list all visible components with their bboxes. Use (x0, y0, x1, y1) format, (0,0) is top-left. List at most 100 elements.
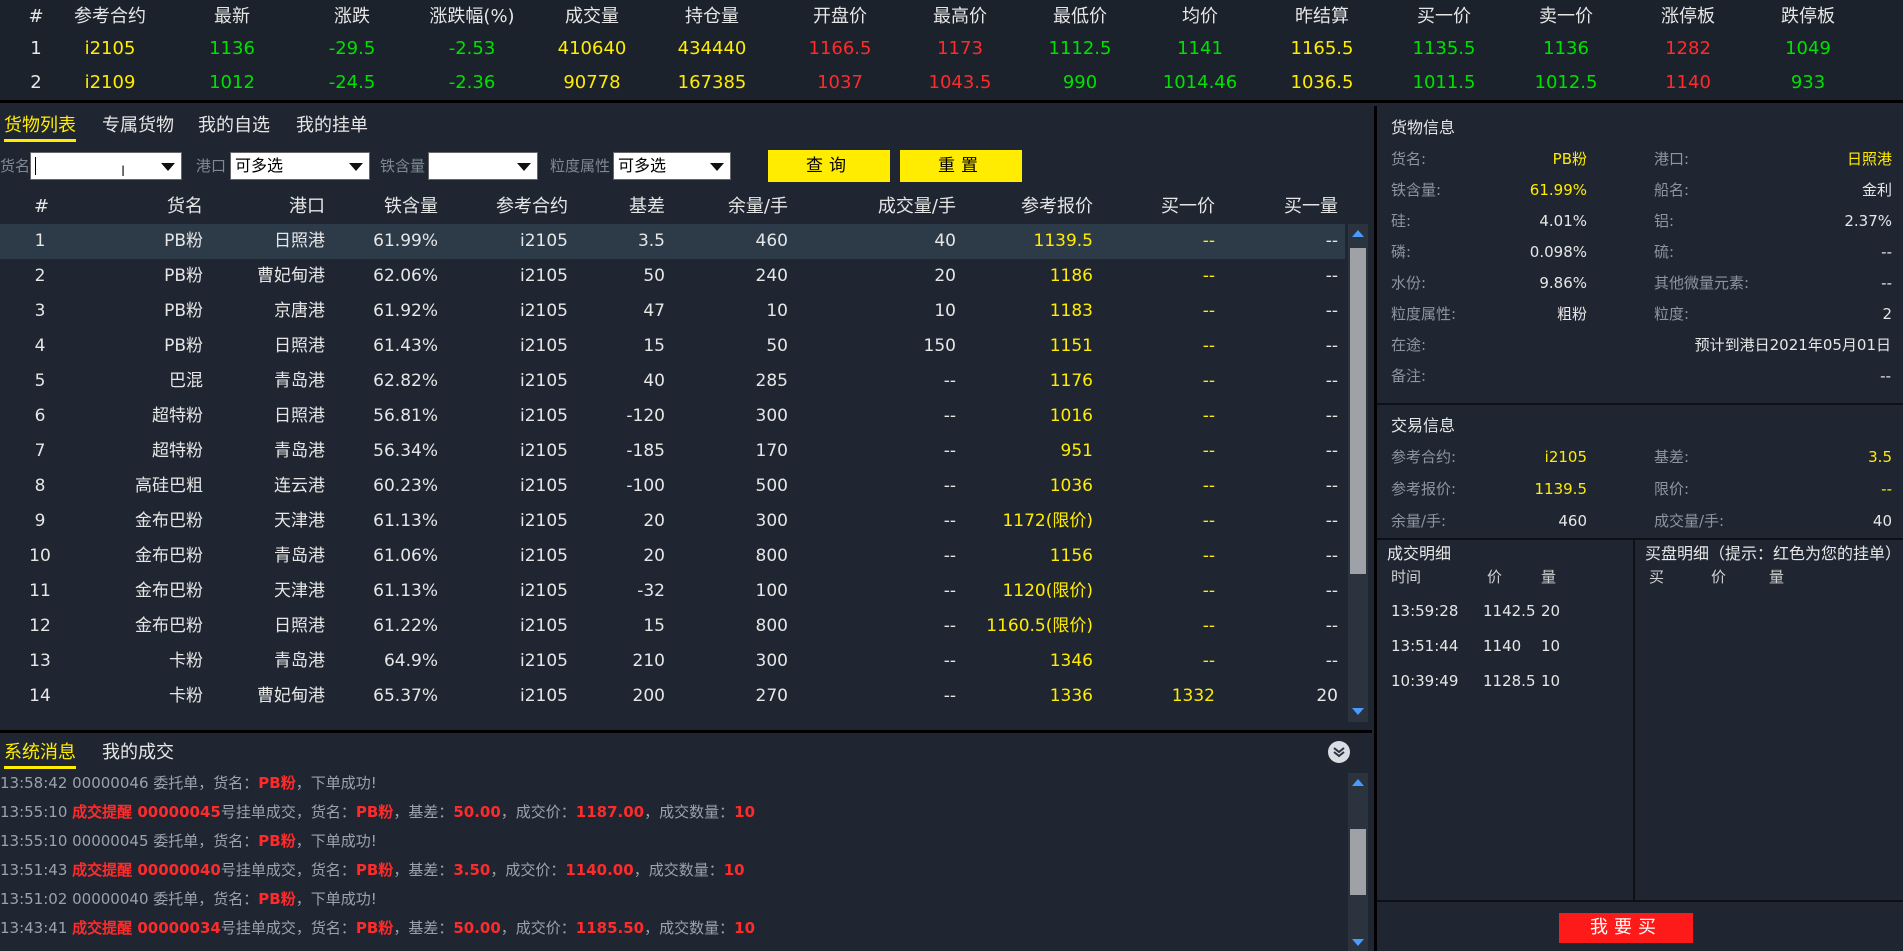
deal-cell: 10 (1541, 672, 1561, 690)
deal-cell: 13:51:44 (1391, 637, 1459, 655)
port-select[interactable]: 可多选 (230, 152, 370, 180)
message-part: ，下单成功! (295, 774, 377, 792)
goods-col-bid1-qty[interactable]: 买一量 (1284, 190, 1338, 224)
cell-idx: 3 (34, 301, 46, 321)
table-row[interactable]: 9 金布巴粉 天津港 61.13% i2105 20 300 -- 1172(限价) -- -- (0, 504, 1345, 539)
cell-traded: -- (943, 371, 956, 391)
table-row[interactable]: 7 超特粉 青岛港 56.34% i2105 -185 170 -- 951 -- -- (0, 434, 1345, 469)
message-part: PB粉 (258, 774, 296, 792)
tab-goods-list[interactable]: 货物列表 (4, 110, 76, 142)
message-part: 13:55:10 00000045 委托单，货名： (0, 832, 259, 850)
cell-idx: 5 (34, 371, 46, 391)
table-row[interactable]: 11 金布巴粉 天津港 61.13% i2105 -32 100 -- 1120(限价) -- -- (0, 574, 1345, 609)
scroll-up-icon[interactable] (1352, 779, 1364, 786)
quote-cell-contract: i2105 (84, 38, 136, 59)
tab-my-orders[interactable]: 我的挂单 (296, 110, 368, 142)
cell-basis: 40 (643, 371, 665, 391)
deal-cell: 20 (1541, 602, 1561, 620)
table-row[interactable]: 3 PB粉 京唐港 61.92% i2105 47 10 10 1183 -- -- (0, 294, 1345, 329)
tab-my-trades[interactable]: 我的成交 (102, 737, 174, 769)
cell-basis: 3.5 (637, 231, 665, 251)
cell-contract: i2105 (520, 406, 568, 426)
table-row[interactable]: 4 PB粉 日照港 61.43% i2105 15 50 150 1151 -- -- (0, 329, 1345, 364)
cell-iron-content: 61.06% (373, 546, 438, 566)
query-button[interactable]: 查询 (768, 150, 890, 182)
port-value: 可多选 (235, 156, 284, 175)
message-part: 13:43:41 (0, 919, 73, 937)
cell-bid1: -- (1202, 546, 1215, 566)
trade-field-label: 参考报价: (1391, 480, 1457, 498)
quote-cell-prev-settle: 1165.5 (1290, 38, 1354, 59)
table-row[interactable]: 2 PB粉 曹妃甸港 62.06% i2105 50 240 20 1186 -- -- (0, 259, 1345, 294)
tab-exclusive-goods[interactable]: 专属货物 (102, 110, 174, 142)
table-row[interactable]: 5 巴混 青岛港 62.82% i2105 40 285 -- 1176 -- -- (0, 364, 1345, 399)
table-row[interactable]: 12 金布巴粉 日照港 61.22% i2105 15 800 -- 1160.5(限价) -- -… (0, 609, 1345, 644)
cargo-field-label: 铝: (1654, 212, 1675, 230)
cell-idx: 7 (34, 441, 46, 461)
scroll-up-icon[interactable] (1352, 230, 1364, 237)
granularity-select[interactable]: 可多选 (613, 152, 731, 180)
quote-row[interactable]: 2 i2109 1012 -24.5 -2.36 90778 167385 1037 1043.… (0, 66, 1903, 100)
granularity-label: 粒度属性 (550, 157, 611, 175)
cell-contract: i2105 (520, 441, 568, 461)
quote-col-bid1: 买一价 (1417, 6, 1471, 27)
cell-ref-price: 1186 (1049, 266, 1093, 286)
table-row[interactable]: 10 金布巴粉 青岛港 61.06% i2105 20 800 -- 1156 -- -- (0, 539, 1345, 574)
cargo-field-value: 4.01% (1539, 212, 1587, 230)
goods-name-select[interactable]: I (30, 152, 182, 180)
scroll-thumb[interactable] (1350, 248, 1366, 574)
table-row[interactable]: 8 高硅巴粗 连云港 60.23% i2105 -100 500 -- 1036 -- -- (0, 469, 1345, 504)
tab-my-watchlist[interactable]: 我的自选 (198, 110, 270, 142)
cell-port: 青岛港 (274, 546, 325, 566)
goods-col-contract[interactable]: 参考合约 (496, 190, 568, 224)
message-part: 号挂单成交，货名： (220, 803, 356, 821)
goods-name-label: 货名 (0, 157, 31, 175)
cargo-field: 粒度属性: 粗粉 (1391, 299, 1587, 330)
cell-remaining: 10 (766, 301, 788, 321)
reset-button[interactable]: 重置 (900, 150, 1022, 182)
scroll-down-icon[interactable] (1352, 708, 1364, 715)
buy-button[interactable]: 我要买 (1559, 913, 1693, 943)
quote-col-limit-down: 跌停板 (1781, 6, 1835, 27)
goods-col-port[interactable]: 港口 (289, 190, 325, 224)
quote-row[interactable]: 1 i2105 1136 -29.5 -2.53 410640 434440 1166.5 11… (0, 32, 1903, 66)
goods-col-bid1[interactable]: 买一价 (1161, 190, 1215, 224)
deal-cell: 1140 (1483, 637, 1522, 655)
cell-idx: 2 (34, 266, 46, 286)
cell-iron-content: 61.13% (373, 511, 438, 531)
scroll-down-icon[interactable] (1352, 939, 1364, 946)
cell-basis: -185 (626, 441, 665, 461)
message-part: 10 (734, 919, 756, 937)
goods-col-goods-name[interactable]: 货名 (167, 190, 203, 224)
scroll-thumb[interactable] (1350, 829, 1366, 895)
table-row[interactable]: 14 卡粉 曹妃甸港 65.37% i2105 200 270 -- 1336 1332 20 (0, 679, 1345, 714)
goods-scrollbar[interactable] (1348, 224, 1368, 722)
table-row[interactable]: 13 卡粉 青岛港 64.9% i2105 210 300 -- 1346 -- -- (0, 644, 1345, 679)
trade-info-title: 交易信息 (1391, 416, 1456, 435)
quote-cell-open-interest: 434440 (677, 38, 747, 59)
goods-col-iron-content[interactable]: 铁含量 (384, 190, 438, 224)
cell-traded: -- (943, 581, 956, 601)
message-part: 号挂单成交，货名： (220, 861, 356, 879)
goods-col-traded[interactable]: 成交量/手 (878, 190, 956, 224)
cell-traded: 10 (934, 301, 956, 321)
cell-remaining: 300 (755, 406, 788, 426)
quote-cell-ask1: 1136 (1543, 38, 1589, 59)
transit-label: 在途: (1391, 336, 1427, 354)
table-row[interactable]: 6 超特粉 日照港 56.81% i2105 -120 300 -- 1016 -- -- (0, 399, 1345, 434)
goods-col-ref-price[interactable]: 参考报价 (1021, 190, 1093, 224)
quote-cell-open: 1166.5 (808, 38, 872, 59)
cell-ref-price: 1183 (1049, 301, 1093, 321)
collapse-icon[interactable] (1328, 741, 1350, 763)
iron-content-select[interactable] (428, 152, 538, 180)
deal-cell: 1142.5 (1483, 602, 1536, 620)
table-row[interactable]: 1 PB粉 日照港 61.99% i2105 3.5 460 40 1139.5 -- -- (0, 224, 1345, 259)
quote-col-change-pct: 涨跌幅(%) (429, 6, 515, 27)
tab-system-messages[interactable]: 系统消息 (4, 737, 76, 769)
goods-col-remaining[interactable]: 余量/手 (728, 190, 788, 224)
message-part: 13:51:43 (0, 861, 73, 879)
goods-col-idx[interactable]: # (34, 190, 49, 224)
message-scrollbar[interactable] (1348, 773, 1368, 951)
buy-col-price: 价 (1711, 568, 1727, 586)
goods-col-basis[interactable]: 基差 (629, 190, 665, 224)
